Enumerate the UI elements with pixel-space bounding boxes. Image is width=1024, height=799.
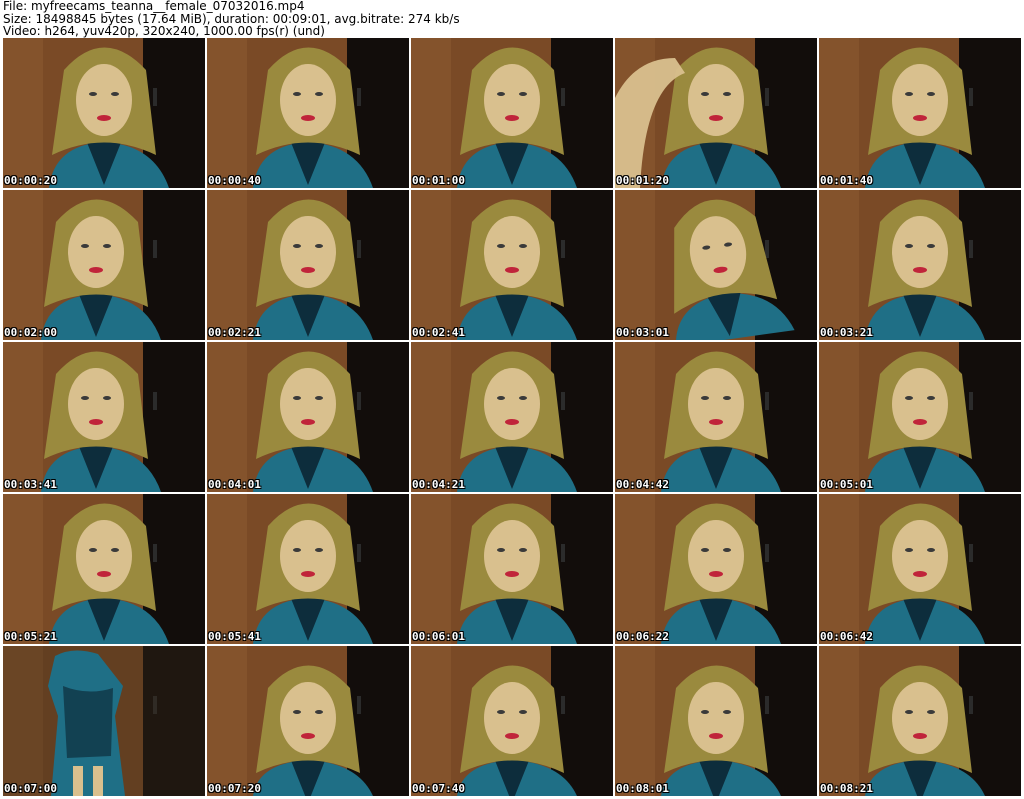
thumbnail-timestamp: 00:02:00 — [4, 326, 57, 339]
thumbnail-image — [207, 646, 409, 796]
thumbnail-image — [411, 646, 613, 796]
thumbnail-image — [207, 342, 409, 492]
thumbnail-image — [207, 38, 409, 188]
thumbnail-timestamp: 00:02:41 — [412, 326, 465, 339]
video-thumbnail: 00:04:01 — [207, 342, 409, 492]
video-thumbnail: 00:02:21 — [207, 190, 409, 340]
thumbnail-image — [819, 646, 1021, 796]
thumbnail-image — [615, 190, 817, 340]
thumbnail-image — [819, 494, 1021, 644]
thumbnail-image — [819, 342, 1021, 492]
video-thumbnail: 00:06:22 — [615, 494, 817, 644]
video-thumbnail: 00:00:20 — [3, 38, 205, 188]
video-thumbnail: 00:07:20 — [207, 646, 409, 796]
thumbnail-timestamp: 00:07:40 — [412, 782, 465, 795]
video-thumbnail: 00:02:00 — [3, 190, 205, 340]
thumbnail-image — [411, 190, 613, 340]
thumbnail-timestamp: 00:03:21 — [820, 326, 873, 339]
video-thumbnail: 00:06:42 — [819, 494, 1021, 644]
thumbnail-image — [207, 190, 409, 340]
thumbnail-timestamp: 00:01:20 — [616, 174, 669, 187]
video-thumbnail: 00:00:40 — [207, 38, 409, 188]
thumbnail-image — [615, 38, 817, 188]
thumbnail-timestamp: 00:07:20 — [208, 782, 261, 795]
video-thumbnail: 00:01:40 — [819, 38, 1021, 188]
video-thumbnail: 00:01:00 — [411, 38, 613, 188]
thumbnail-image — [411, 342, 613, 492]
thumbnail-timestamp: 00:08:01 — [616, 782, 669, 795]
video-thumbnail: 00:06:01 — [411, 494, 613, 644]
video-thumbnail: 00:02:41 — [411, 190, 613, 340]
video-thumbnail: 00:03:01 — [615, 190, 817, 340]
thumbnail-timestamp: 00:06:01 — [412, 630, 465, 643]
thumbnail-timestamp: 00:01:40 — [820, 174, 873, 187]
video-thumbnail: 00:08:01 — [615, 646, 817, 796]
thumbnail-timestamp: 00:03:01 — [616, 326, 669, 339]
thumbnail-timestamp: 00:01:00 — [412, 174, 465, 187]
thumbnail-timestamp: 00:00:20 — [4, 174, 57, 187]
video-thumbnail: 00:08:21 — [819, 646, 1021, 796]
video-thumbnail: 00:04:42 — [615, 342, 817, 492]
video-thumbnail: 00:05:21 — [3, 494, 205, 644]
video-thumbnail: 00:04:21 — [411, 342, 613, 492]
thumbnail-timestamp: 00:04:42 — [616, 478, 669, 491]
thumbnail-image — [819, 38, 1021, 188]
thumbnail-image — [411, 494, 613, 644]
thumbnail-timestamp: 00:00:40 — [208, 174, 261, 187]
thumbnail-timestamp: 00:04:01 — [208, 478, 261, 491]
thumbnail-timestamp: 00:05:41 — [208, 630, 261, 643]
thumbnail-image — [3, 342, 205, 492]
thumbnail-image — [615, 342, 817, 492]
video-info-line: Video: h264, yuv420p, 320x240, 1000.00 f… — [3, 24, 325, 39]
video-thumbnail: 00:07:00 — [3, 646, 205, 796]
thumbnail-image — [3, 38, 205, 188]
thumbnail-timestamp: 00:07:00 — [4, 782, 57, 795]
thumbnail-image — [819, 190, 1021, 340]
thumbnail-image — [3, 494, 205, 644]
thumbnail-image — [411, 38, 613, 188]
video-thumbnail: 00:07:40 — [411, 646, 613, 796]
thumbnail-timestamp: 00:08:21 — [820, 782, 873, 795]
video-thumbnail: 00:03:41 — [3, 342, 205, 492]
file-name-line: File: myfreecams_teanna__female_07032016… — [3, 0, 305, 13]
video-thumbnail: 00:03:21 — [819, 190, 1021, 340]
video-thumbnail: 00:05:41 — [207, 494, 409, 644]
thumbnail-image — [615, 494, 817, 644]
thumbnail-timestamp: 00:05:01 — [820, 478, 873, 491]
thumbnail-timestamp: 00:06:42 — [820, 630, 873, 643]
thumbnail-timestamp: 00:03:41 — [4, 478, 57, 491]
thumbnail-image — [3, 646, 205, 796]
thumbnail-timestamp: 00:02:21 — [208, 326, 261, 339]
video-thumbnail: 00:01:20 — [615, 38, 817, 188]
thumbnail-image — [207, 494, 409, 644]
thumbnail-grid: 00:00:20 00:00:40 00:01:00 00:01:20 00:0… — [3, 38, 1021, 798]
thumbnail-timestamp: 00:06:22 — [616, 630, 669, 643]
thumbnail-image — [3, 190, 205, 340]
thumbnail-timestamp: 00:04:21 — [412, 478, 465, 491]
thumbnail-timestamp: 00:05:21 — [4, 630, 57, 643]
video-thumbnail: 00:05:01 — [819, 342, 1021, 492]
thumbnail-image — [615, 646, 817, 796]
file-info-header: File: myfreecams_teanna__female_07032016… — [3, 0, 1021, 38]
